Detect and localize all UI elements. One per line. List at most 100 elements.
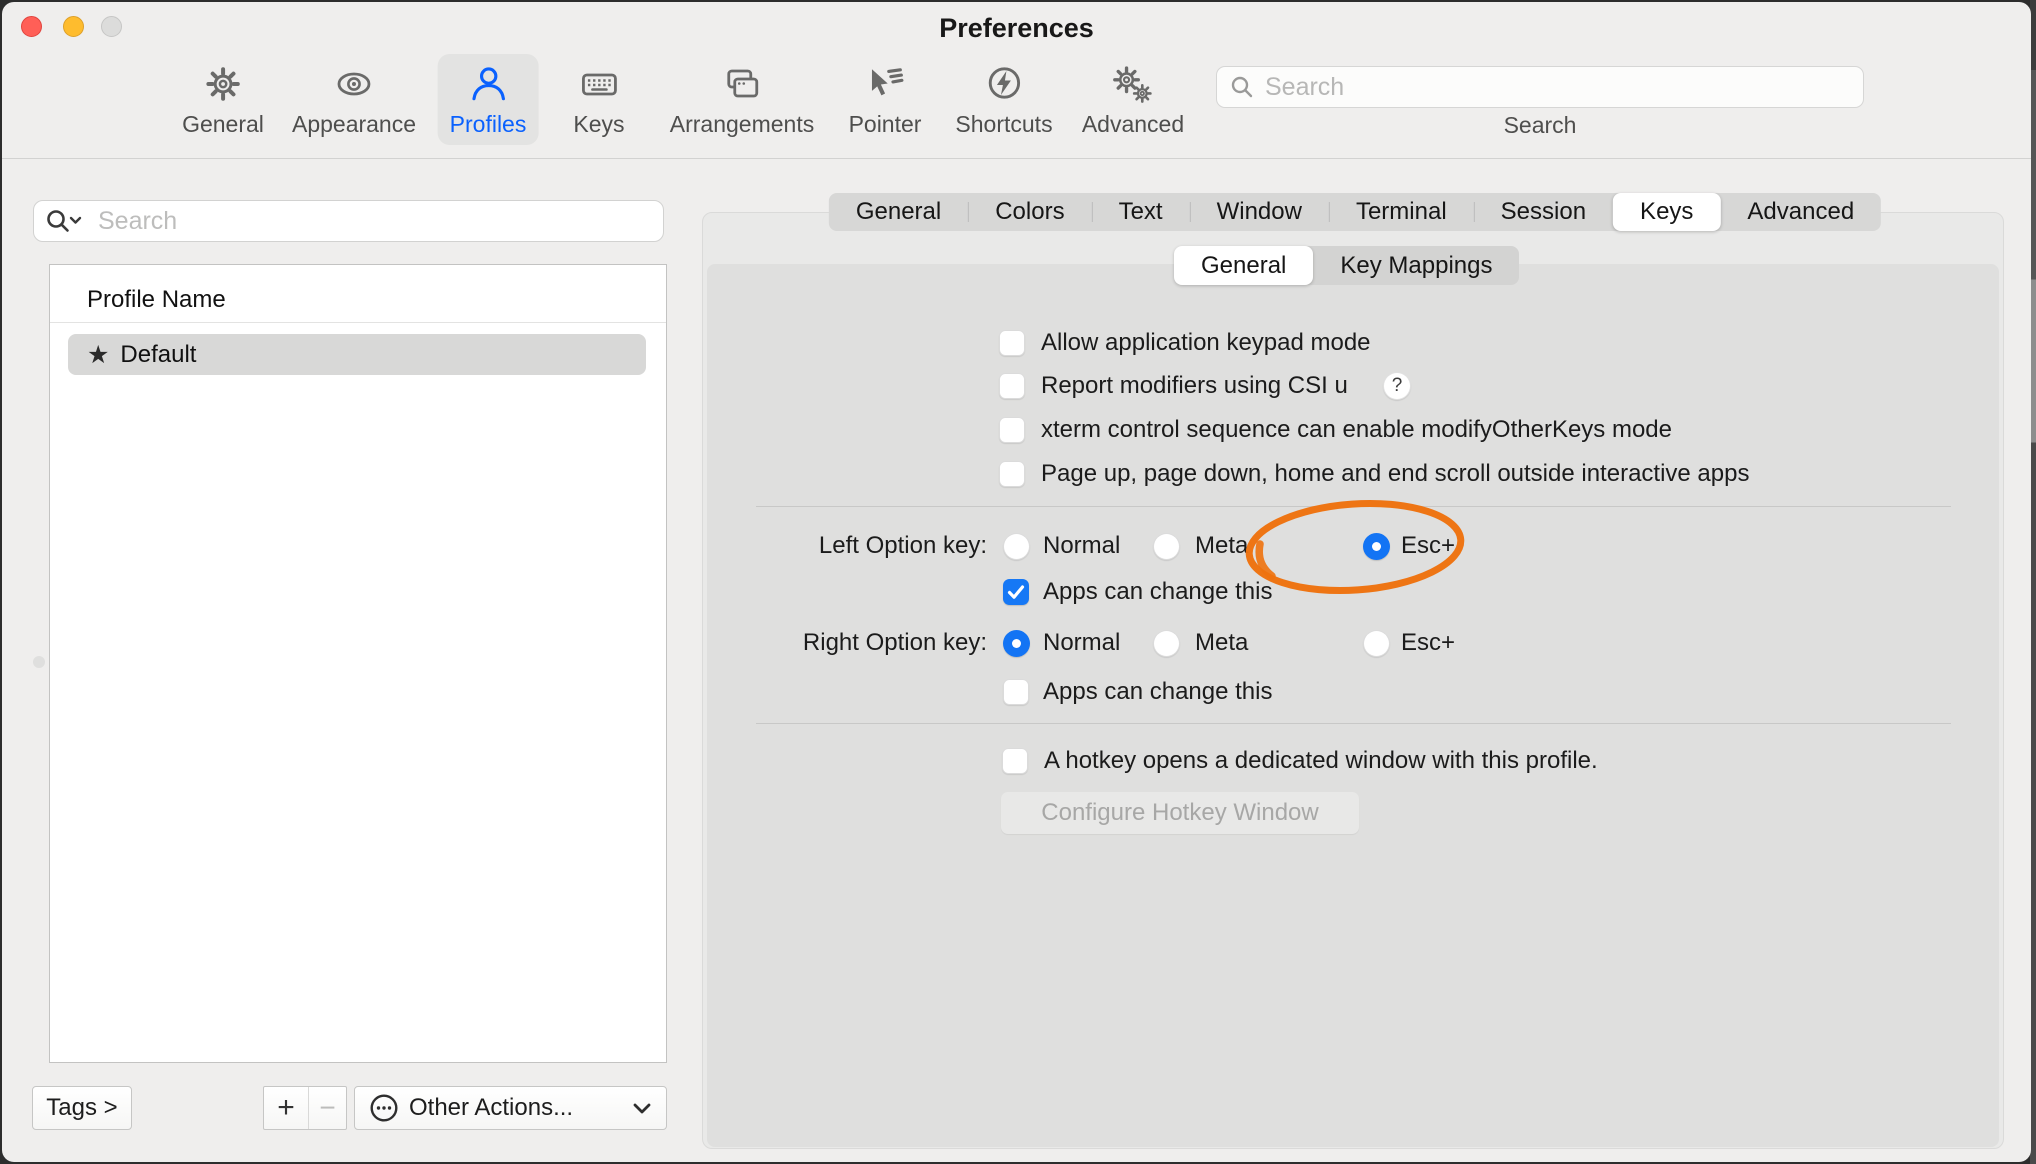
radio-label: Esc+ bbox=[1401, 628, 1455, 658]
radio-right-option-esc[interactable] bbox=[1363, 630, 1390, 657]
profile-list: Profile Name ★ Default bbox=[49, 264, 667, 1063]
checkbox-label: Report modifiers using CSI u bbox=[1041, 371, 1348, 401]
radio-label: Meta bbox=[1195, 628, 1248, 658]
add-profile-button[interactable]: + bbox=[264, 1087, 309, 1129]
configure-button-label: Configure Hotkey Window bbox=[1041, 799, 1318, 827]
keys-general-pane bbox=[707, 264, 1999, 1147]
tab-terminal[interactable]: Terminal bbox=[1329, 193, 1474, 231]
cursor-icon bbox=[864, 59, 906, 109]
tab-session[interactable]: Session bbox=[1474, 193, 1613, 231]
subtab-general[interactable]: General bbox=[1174, 246, 1313, 285]
toolbar-item-label: Appearance bbox=[292, 111, 416, 138]
checkbox-right-apps-can-change[interactable] bbox=[1003, 679, 1029, 705]
other-actions-label: Other Actions... bbox=[409, 1094, 573, 1122]
checkbox-scroll-outside-apps[interactable] bbox=[999, 461, 1025, 487]
plus-icon: + bbox=[277, 1091, 295, 1125]
toolbar-item-pointer[interactable]: Pointer bbox=[837, 54, 934, 145]
toolbar-item-profiles[interactable]: Profiles bbox=[438, 54, 539, 145]
toolbar-item-label: Advanced bbox=[1082, 111, 1184, 138]
toolbar-search-input[interactable] bbox=[1263, 72, 1851, 103]
remove-profile-button[interactable]: − bbox=[309, 1087, 346, 1129]
checkbox-label: Apps can change this bbox=[1043, 577, 1273, 607]
checkbox-label: A hotkey opens a dedicated window with t… bbox=[1044, 746, 1598, 776]
other-actions-dropdown[interactable]: Other Actions... bbox=[354, 1086, 667, 1130]
toolbar-item-label: General bbox=[182, 111, 264, 138]
radio-right-option-meta[interactable] bbox=[1153, 630, 1180, 657]
checkbox-csi-u[interactable] bbox=[999, 373, 1025, 399]
toolbar-search-field[interactable] bbox=[1216, 66, 1864, 108]
radio-label: Normal bbox=[1043, 531, 1120, 561]
checkbox-allow-keypad[interactable] bbox=[999, 330, 1025, 356]
checkmark-icon bbox=[1003, 579, 1029, 605]
screenshot: Preferences General bbox=[0, 0, 2036, 1164]
ellipsis-circle-icon bbox=[369, 1093, 399, 1123]
checkbox-modify-other-keys[interactable] bbox=[999, 417, 1025, 443]
tab-keys[interactable]: Keys bbox=[1613, 193, 1720, 231]
tab-colors[interactable]: Colors bbox=[968, 193, 1091, 231]
section-divider bbox=[756, 506, 1951, 507]
toolbar-search-caption: Search bbox=[1216, 112, 1864, 139]
list-header-divider bbox=[50, 322, 666, 323]
toolbar-item-label: Pointer bbox=[849, 111, 922, 138]
tab-general[interactable]: General bbox=[829, 193, 968, 231]
toolbar-item-appearance[interactable]: Appearance bbox=[280, 54, 428, 145]
profile-tabs: General Colors Text Window Terminal Sess… bbox=[829, 193, 1881, 231]
checkbox-hotkey-window[interactable] bbox=[1002, 748, 1028, 774]
checkbox-left-apps-can-change[interactable] bbox=[1003, 579, 1029, 605]
checkbox-label: Page up, page down, home and end scroll … bbox=[1041, 459, 1749, 489]
left-option-key-label: Left Option key: bbox=[702, 531, 987, 561]
radio-label: Esc+ bbox=[1401, 531, 1455, 561]
radio-left-option-meta[interactable] bbox=[1153, 533, 1180, 560]
checkbox-label: Allow application keypad mode bbox=[1041, 328, 1371, 358]
window-title: Preferences bbox=[2, 13, 2031, 44]
minus-icon: − bbox=[319, 1092, 335, 1124]
tab-text[interactable]: Text bbox=[1092, 193, 1190, 231]
section-divider bbox=[756, 723, 1951, 724]
help-button[interactable]: ? bbox=[1383, 372, 1411, 400]
star-icon: ★ bbox=[87, 342, 109, 367]
help-glyph: ? bbox=[1392, 375, 1403, 397]
windows-icon bbox=[720, 59, 764, 109]
toolbar-item-shortcuts[interactable]: Shortcuts bbox=[943, 54, 1064, 145]
search-filter-icon bbox=[44, 207, 88, 235]
chevron-down-icon bbox=[632, 1102, 652, 1115]
radio-label: Meta bbox=[1195, 531, 1248, 561]
toolbar-item-label: Keys bbox=[573, 111, 624, 138]
toolbar-item-keys[interactable]: Keys bbox=[561, 54, 636, 145]
profile-name: Default bbox=[120, 341, 196, 369]
checkbox-label: xterm control sequence can enable modify… bbox=[1041, 415, 1672, 445]
toolbar-item-arrangements[interactable]: Arrangements bbox=[658, 54, 826, 145]
radio-left-option-esc[interactable] bbox=[1363, 533, 1390, 560]
checkbox-label: Apps can change this bbox=[1043, 677, 1273, 707]
right-option-key-label: Right Option key: bbox=[702, 628, 987, 658]
keyboard-icon bbox=[577, 59, 621, 109]
search-icon bbox=[1229, 74, 1255, 100]
pane-splitter-dot bbox=[33, 656, 45, 668]
tags-button[interactable]: Tags > bbox=[32, 1086, 132, 1130]
toolbar-item-label: Profiles bbox=[450, 111, 527, 138]
preferences-window: Preferences General bbox=[2, 2, 2031, 1162]
add-remove-group: + − bbox=[263, 1086, 347, 1130]
lightning-icon bbox=[983, 59, 1025, 109]
profile-search-field[interactable] bbox=[33, 200, 664, 242]
profile-list-header: Profile Name bbox=[87, 286, 226, 314]
subtab-key-mappings[interactable]: Key Mappings bbox=[1313, 246, 1519, 285]
toolbar-divider bbox=[2, 158, 2031, 159]
tab-window[interactable]: Window bbox=[1190, 193, 1329, 231]
radio-right-option-normal[interactable] bbox=[1003, 630, 1030, 657]
profile-search-input[interactable] bbox=[96, 206, 653, 237]
configure-hotkey-window-button: Configure Hotkey Window bbox=[1001, 792, 1359, 834]
radio-left-option-normal[interactable] bbox=[1003, 533, 1030, 560]
tab-advanced[interactable]: Advanced bbox=[1720, 193, 1881, 231]
gear-icon bbox=[202, 59, 244, 109]
toolbar-item-advanced[interactable]: Advanced bbox=[1070, 54, 1196, 145]
toolbar-item-general[interactable]: General bbox=[170, 54, 276, 145]
person-icon bbox=[467, 59, 509, 109]
tags-button-label: Tags > bbox=[46, 1094, 117, 1122]
gears-icon bbox=[1112, 59, 1154, 109]
toolbar-item-label: Shortcuts bbox=[955, 111, 1052, 138]
eye-icon bbox=[332, 59, 376, 109]
radio-label: Normal bbox=[1043, 628, 1120, 658]
toolbar-item-label: Arrangements bbox=[670, 111, 814, 138]
profile-row-default[interactable]: ★ Default bbox=[68, 334, 646, 375]
